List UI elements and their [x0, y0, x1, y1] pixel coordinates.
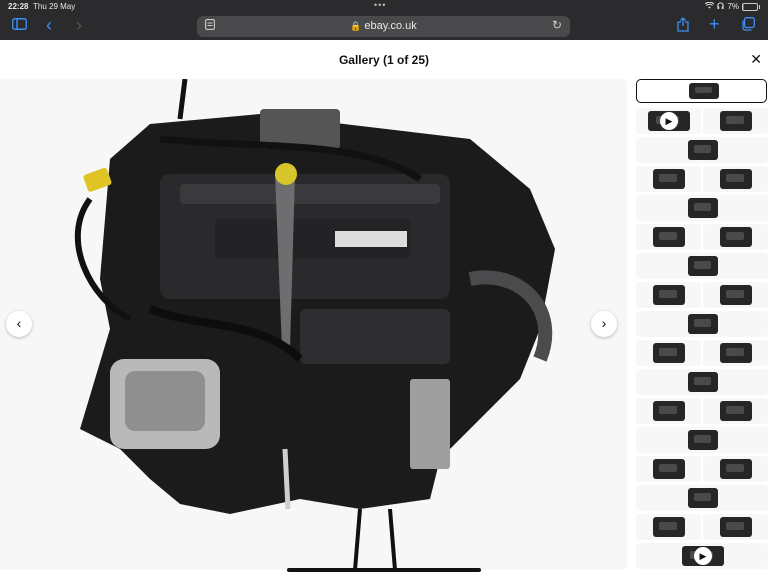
thumbnail[interactable]	[636, 253, 768, 279]
thumbnail[interactable]	[636, 485, 768, 511]
thumbnail[interactable]	[703, 398, 768, 424]
thumbnail-image	[653, 169, 685, 189]
thumbnail-image	[688, 430, 718, 450]
thumbnail-image	[688, 140, 718, 160]
thumbnail-selected[interactable]	[636, 79, 767, 103]
next-image-button[interactable]: ›	[591, 311, 617, 337]
previous-image-button[interactable]: ‹	[6, 311, 32, 337]
reload-icon[interactable]: ↻	[552, 18, 562, 32]
url-text: ebay.co.uk	[364, 20, 417, 32]
url-display: 🔒 ebay.co.uk	[197, 20, 570, 32]
thumbnail-image	[689, 83, 719, 99]
thumbnail-image	[688, 372, 718, 392]
headphones-icon	[717, 2, 725, 11]
thumbnail-image	[653, 285, 685, 305]
chevron-right-icon[interactable]: ›	[76, 15, 82, 36]
share-icon[interactable]	[677, 17, 689, 36]
thumbnail-image	[653, 517, 685, 537]
main-image[interactable]: ‹ ›	[0, 79, 627, 570]
status-right: 7%	[705, 1, 760, 11]
status-date: Thu 29 May	[33, 2, 76, 11]
thumbnail-image	[653, 343, 685, 363]
thumbnail[interactable]	[636, 427, 768, 453]
multitasking-dots[interactable]: •••	[374, 0, 386, 10]
thumbnail[interactable]: ▶	[636, 108, 701, 134]
battery-percent: 7%	[727, 2, 739, 11]
thumbnail-image	[688, 314, 718, 334]
address-bar[interactable]: 🔒 ebay.co.uk ↻	[197, 16, 570, 37]
thumbnail-image	[720, 401, 752, 421]
status-time: 22:28	[8, 2, 29, 11]
thumbnail-image	[720, 227, 752, 247]
thumbnail[interactable]	[703, 108, 768, 134]
battery-fill	[743, 3, 744, 10]
thumbnail[interactable]	[703, 456, 768, 482]
thumbnail-strip[interactable]: ▶ ▶	[636, 79, 768, 576]
thumbnail[interactable]	[703, 282, 768, 308]
thumbnail[interactable]	[636, 311, 768, 337]
chevron-left-icon[interactable]: ‹	[46, 15, 52, 36]
thumbnail-image	[688, 256, 718, 276]
thumbnail-image	[720, 459, 752, 479]
thumbnail[interactable]	[636, 224, 701, 250]
play-icon: ▶	[660, 112, 678, 130]
gallery-header: Gallery (1 of 25) ✕	[0, 40, 768, 79]
thumbnail[interactable]	[636, 166, 701, 192]
thumbnail-image	[720, 343, 752, 363]
thumbnail-image	[653, 459, 685, 479]
thumbnail[interactable]	[636, 514, 701, 540]
thumbnail-image	[688, 488, 718, 508]
battery-icon	[742, 2, 760, 11]
play-icon: ▶	[694, 547, 712, 565]
home-indicator	[287, 568, 481, 572]
thumbnail[interactable]	[703, 224, 768, 250]
thumbnail-image	[653, 401, 685, 421]
thumbnail-image	[720, 111, 752, 131]
status-bar: 22:28 Thu 29 May ••• 7%	[0, 0, 768, 13]
thumbnail-image	[720, 517, 752, 537]
close-icon[interactable]: ✕	[750, 51, 762, 68]
thumbnail[interactable]	[703, 166, 768, 192]
thumbnail-image	[720, 169, 752, 189]
thumbnail[interactable]	[636, 398, 701, 424]
gallery-title: Gallery (1 of 25)	[338, 53, 430, 67]
engine-photo	[74, 79, 555, 570]
thumbnail[interactable]	[636, 456, 701, 482]
thumbnail-image	[720, 285, 752, 305]
thumbnail[interactable]: ▶	[636, 543, 768, 569]
browser-toolbar: ‹ › 🔒 ebay.co.uk ↻ +	[0, 13, 768, 40]
thumbnail[interactable]	[636, 369, 768, 395]
sidebar-icon[interactable]	[12, 17, 27, 34]
thumbnail[interactable]	[636, 282, 701, 308]
thumbnail[interactable]	[703, 340, 768, 366]
thumbnail[interactable]	[636, 195, 768, 221]
thumbnail[interactable]	[636, 137, 768, 163]
lock-icon: 🔒	[350, 21, 362, 31]
thumbnail-image	[653, 227, 685, 247]
tabs-icon[interactable]	[741, 17, 755, 35]
thumbnail[interactable]	[703, 514, 768, 540]
thumbnail[interactable]	[636, 340, 701, 366]
wifi-icon	[705, 1, 715, 11]
thumbnail-image	[688, 198, 718, 218]
plus-icon[interactable]: +	[709, 14, 720, 35]
